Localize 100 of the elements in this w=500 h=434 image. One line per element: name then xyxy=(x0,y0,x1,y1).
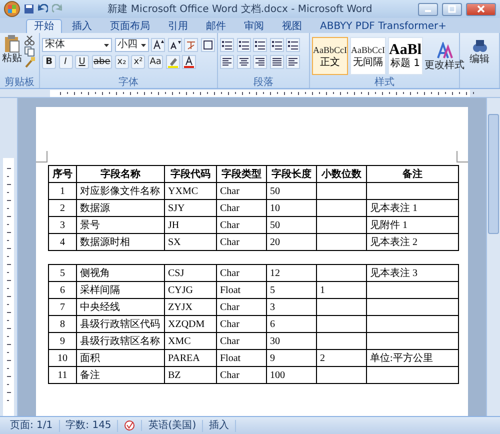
align-left-icon[interactable] xyxy=(220,54,234,68)
table-cell: 1 xyxy=(316,282,366,298)
format-button[interactable]: U xyxy=(75,54,89,68)
caret-icon xyxy=(104,44,109,46)
table-cell: Char xyxy=(216,264,266,282)
editing-button[interactable]: 编辑 xyxy=(470,38,490,88)
shrink-font-icon[interactable] xyxy=(168,38,182,52)
ribbon-tab[interactable]: 引用 xyxy=(160,19,196,33)
table-cell: 3 xyxy=(266,298,316,316)
scrollbar-thumb[interactable] xyxy=(488,114,499,234)
table-cell: 数据源时相 xyxy=(76,234,164,250)
format-button[interactable]: Aa xyxy=(148,54,164,68)
table-cell: 面积 xyxy=(76,350,164,366)
column-header: 字段类型 xyxy=(216,166,266,182)
table-cell: YXMC xyxy=(164,182,216,200)
group-label: 字体 xyxy=(118,77,140,88)
change-styles-button[interactable]: 更改样式 xyxy=(424,42,465,70)
format-button[interactable]: B xyxy=(42,54,56,68)
ribbon-tab[interactable]: 审阅 xyxy=(236,19,272,33)
table-cell: Char xyxy=(216,200,266,216)
table-cell: 数据源 xyxy=(76,200,164,216)
numbering-icon[interactable] xyxy=(236,38,250,52)
column-header: 备注 xyxy=(366,166,458,182)
align-center-icon[interactable] xyxy=(236,54,250,68)
table-cell: 见本表注 3 xyxy=(366,264,458,282)
group-label: 样式 xyxy=(374,77,396,88)
proofing-icon[interactable] xyxy=(124,420,136,431)
style-tile[interactable]: AaBl 标题 1 xyxy=(388,37,423,75)
format-button[interactable]: abe xyxy=(92,54,112,68)
save-icon[interactable] xyxy=(24,4,34,14)
table-cell: Float xyxy=(216,282,266,298)
page-count[interactable]: 页面: 1/1 xyxy=(4,420,60,432)
caret-icon xyxy=(140,44,146,46)
copy-icon[interactable] xyxy=(24,46,35,57)
group-label: 剪贴板 xyxy=(4,77,36,88)
ribbon-tab[interactable]: 视图 xyxy=(274,19,310,33)
ribbon-tab[interactable]: 开始 xyxy=(26,19,62,33)
office-button-icon[interactable] xyxy=(4,1,20,17)
font-color-icon[interactable] xyxy=(182,54,196,68)
table-cell: SX xyxy=(164,234,216,250)
justify-icon[interactable] xyxy=(270,54,284,68)
grow-font-icon[interactable] xyxy=(151,38,165,52)
insert-mode-status[interactable]: 插入 xyxy=(203,420,236,432)
font-size-field[interactable]: 小四 xyxy=(114,38,148,52)
ribbon-tab[interactable]: 页面布局 xyxy=(102,19,158,33)
margin-mark-icon xyxy=(36,151,48,163)
table-cell: PAREA xyxy=(164,350,216,366)
table-cell: 5 xyxy=(48,264,76,282)
maximize-icon xyxy=(448,5,456,13)
table-cell: 景号 xyxy=(76,216,164,234)
minimize-button[interactable] xyxy=(418,2,438,16)
align-right-icon[interactable] xyxy=(253,54,267,68)
table-cell: CSJ xyxy=(164,264,216,282)
letters-icon xyxy=(436,42,454,60)
border-icon[interactable] xyxy=(200,38,214,52)
ribbon-tab[interactable]: ABBYY PDF Transformer+ xyxy=(312,19,454,33)
table-cell: 50 xyxy=(266,182,316,200)
table-cell: 1 xyxy=(48,182,76,200)
window-title: 新建 Microsoft Office Word 文档.docx - Microsoft Word xyxy=(106,2,374,16)
table-cell: 单位:平方公里 xyxy=(366,350,458,366)
column-header: 字段名称 xyxy=(76,166,164,182)
column-header: 序号 xyxy=(48,166,76,182)
scissors-icon[interactable] xyxy=(24,35,35,46)
table-cell: 中央经线 xyxy=(76,298,164,316)
table-cell: 见本表注 1 xyxy=(366,200,458,216)
style-tile[interactable]: AaBbCcI 无间隔 xyxy=(350,37,386,75)
table-cell: 20 xyxy=(266,234,316,250)
format-button[interactable]: x₂ xyxy=(114,54,129,68)
font-name-field[interactable]: 宋体 xyxy=(42,38,112,52)
highlighter-icon[interactable] xyxy=(166,54,180,68)
table-cell: 4 xyxy=(48,234,76,250)
format-button[interactable]: x² xyxy=(131,54,146,68)
bullets-icon[interactable] xyxy=(220,38,234,52)
brush-icon[interactable] xyxy=(24,57,35,68)
table-cell: 9 xyxy=(48,332,76,350)
format-button[interactable]: I xyxy=(58,54,72,68)
table-cell: 10 xyxy=(266,200,316,216)
language-status[interactable]: 英语(美国) xyxy=(142,420,204,432)
table-cell: Char xyxy=(216,234,266,250)
close-button[interactable] xyxy=(466,2,496,16)
table-cell: Char xyxy=(216,298,266,316)
ribbon-tab[interactable]: 邮件 xyxy=(198,19,234,33)
table-cell: 6 xyxy=(266,316,316,332)
word-count[interactable]: 字数: 145 xyxy=(60,420,118,432)
style-tile[interactable]: AaBbCcI 正文 xyxy=(312,37,348,75)
maximize-button[interactable] xyxy=(442,2,462,16)
table-cell: 见附件 1 xyxy=(366,216,458,234)
table-cell: 50 xyxy=(266,216,316,234)
table-cell: 8 xyxy=(48,316,76,332)
table-cell: 对应影像文件名称 xyxy=(76,182,164,200)
table-cell: 5 xyxy=(266,282,316,298)
table-cell: 县级行政辖区代码 xyxy=(76,316,164,332)
undo-icon[interactable] xyxy=(38,4,48,14)
clipboard-icon xyxy=(4,35,20,53)
line-spacing-icon[interactable] xyxy=(286,54,300,68)
table-cell: Char xyxy=(216,316,266,332)
paste-button[interactable]: 粘贴 xyxy=(2,35,22,77)
clear-format-icon[interactable] xyxy=(184,38,198,52)
table-cell: 30 xyxy=(266,332,316,350)
ribbon-tab[interactable]: 插入 xyxy=(64,19,100,33)
